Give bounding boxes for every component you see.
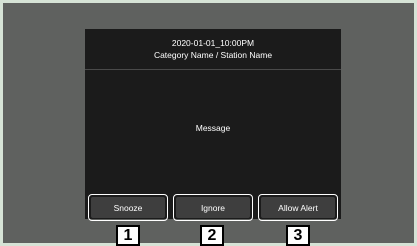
alert-datetime: 2020-01-01_10:00PM — [171, 38, 255, 48]
snooze-button-label: Snooze — [91, 197, 165, 218]
allow-alert-button-label: Allow Alert — [261, 197, 335, 218]
callout-2: 2 — [200, 225, 224, 246]
callout-1: 1 — [116, 225, 140, 246]
snooze-button[interactable]: Snooze — [88, 194, 168, 221]
header-divider — [85, 69, 341, 70]
ignore-button-label: Ignore — [176, 197, 250, 218]
allow-alert-button[interactable]: Allow Alert — [258, 194, 338, 221]
alert-category-station: Category Name / Station Name — [153, 50, 273, 60]
alert-dialog: 2020-01-01_10:00PM Category Name / Stati… — [85, 29, 341, 219]
alert-header: 2020-01-01_10:00PM Category Name / Stati… — [85, 29, 341, 67]
ignore-button[interactable]: Ignore — [173, 194, 253, 221]
callout-3: 3 — [286, 225, 310, 246]
alert-message: Message — [195, 123, 231, 133]
